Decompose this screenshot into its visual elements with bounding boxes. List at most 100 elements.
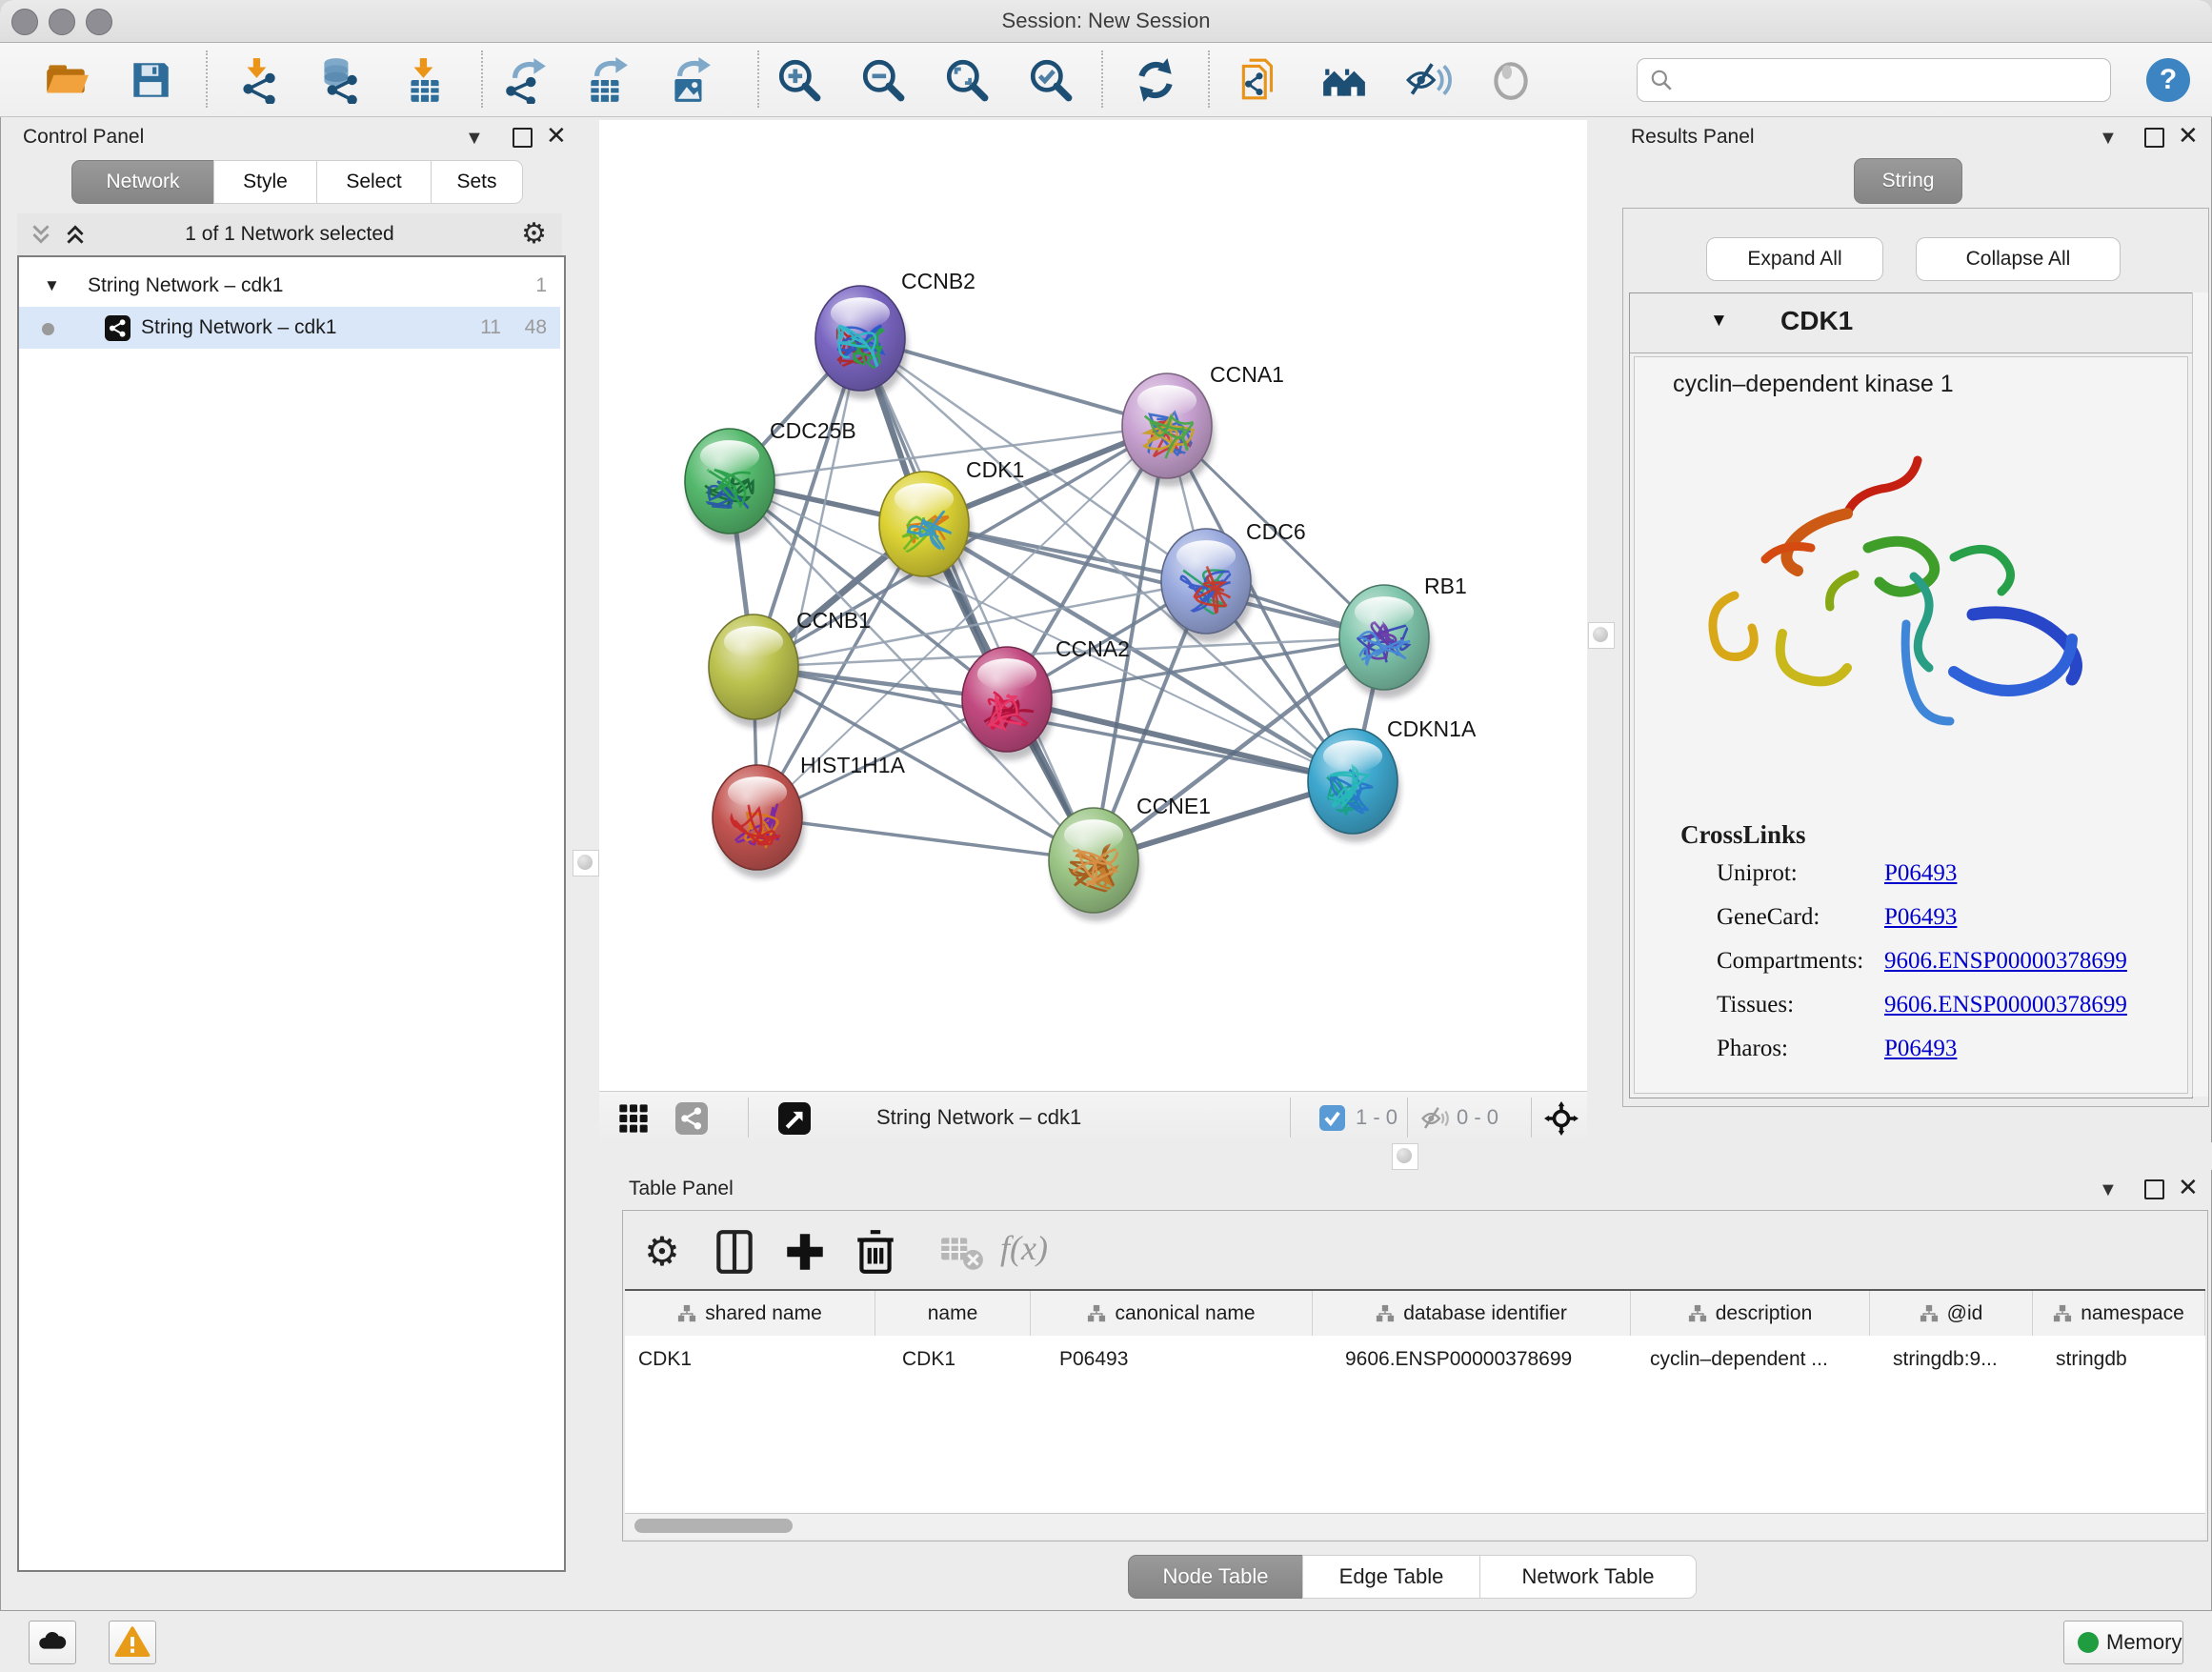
crosslink-link[interactable]: 9606.ENSP00000378699 [1884,992,2127,1018]
tree-expander-icon[interactable]: ▼ [44,265,60,307]
tab-node-table[interactable]: Node Table [1128,1555,1303,1599]
tab-string[interactable]: String [1854,158,1962,204]
delete-table-icon[interactable] [937,1228,985,1276]
search-input[interactable] [1681,63,2095,95]
vertical-splitter-left[interactable] [572,120,599,1142]
network-view-share-icon[interactable] [675,1102,708,1135]
cell[interactable]: CDK1 [625,1338,875,1381]
memory-button[interactable]: Memory [2063,1621,2183,1664]
tab-network-table[interactable]: Network Table [1479,1555,1697,1599]
import-table-file-icon[interactable] [401,56,449,104]
node-entry-header[interactable]: ▼ CDK1 [1630,293,2192,353]
control-panel-menu-icon[interactable]: ▼ [465,129,484,148]
node-CCNA1[interactable]: CCNA1 [1122,362,1284,487]
column-header-databaseidentifier[interactable]: database identifier [1313,1291,1631,1337]
expand-all-button[interactable]: Expand All [1706,237,1883,281]
results-panel-float-icon[interactable] [2144,128,2164,148]
grid-view-icon[interactable] [618,1103,649,1134]
zoom-fit-icon[interactable] [943,56,991,104]
node-CDKN1A[interactable]: CDKN1A [1308,716,1477,842]
table-options-gear-icon[interactable]: ⚙ [638,1228,686,1276]
node-CDC6[interactable]: CDC6 [1161,519,1306,642]
zoom-selected-icon[interactable] [1027,56,1075,104]
export-image-icon[interactable] [666,56,714,104]
splitter-handle[interactable] [1588,622,1615,649]
zoom-in-icon[interactable] [775,56,823,104]
import-network-file-icon[interactable] [234,56,282,104]
crosslink-link[interactable]: P06493 [1884,860,1957,887]
delete-column-icon[interactable] [852,1228,899,1276]
node-CCNA2[interactable]: CCNA2 [962,636,1130,760]
share-document-icon[interactable] [1236,56,1283,104]
network-row-label: String Network – cdk1 [141,307,336,349]
pan-crosshair-icon[interactable] [1544,1101,1579,1136]
column-header-canonicalname[interactable]: canonical name [1031,1291,1313,1337]
node-CCNB1[interactable]: CCNB1 [709,608,871,728]
results-scrollbar[interactable] [2192,292,2208,1097]
function-builder-icon[interactable]: f(x) [1000,1228,1086,1276]
node-CCNE1[interactable]: CCNE1 [1049,794,1211,921]
cell[interactable]: cyclin–dependent ... [1631,1338,1870,1381]
network-row-selected[interactable]: String Network – cdk1 11 48 [19,307,560,349]
horizontal-splitter[interactable] [599,1142,2212,1170]
edge-HIST1H1A-CCNE1[interactable] [757,817,1094,860]
control-panel-float-icon[interactable] [513,128,533,148]
node-HIST1H1A[interactable]: HIST1H1A [713,753,906,878]
tab-sets[interactable]: Sets [431,160,523,204]
hidden-eye-icon[interactable] [1420,1104,1449,1133]
splitter-handle[interactable] [573,850,599,876]
show-columns-icon[interactable] [711,1228,758,1276]
table-panel-float-icon[interactable] [2144,1179,2164,1199]
cell[interactable]: P06493 [1031,1338,1313,1381]
cell[interactable]: stringdb:9... [1870,1338,2033,1381]
table-panel-close-icon[interactable]: ✕ [2178,1178,2199,1197]
vertical-splitter[interactable] [1587,120,1615,1142]
entry-expander-icon[interactable]: ▼ [1710,311,1728,332]
hide-unhide-icon[interactable] [1404,56,1452,104]
table-hscrollbar-thumb[interactable] [634,1519,793,1533]
splitter-handle[interactable] [1392,1143,1418,1170]
table-panel-menu-icon[interactable]: ▼ [2099,1180,2118,1199]
tab-edge-table[interactable]: Edge Table [1302,1555,1480,1599]
tab-network[interactable]: Network [71,160,214,204]
edge-CCNB2-HIST1H1A[interactable] [757,338,860,817]
string-home-icon[interactable] [1320,56,1368,104]
refresh-layout-icon[interactable] [1132,56,1179,104]
save-session-icon[interactable] [127,56,174,104]
column-header-sharedname[interactable]: shared name [625,1291,875,1337]
cloud-button[interactable] [29,1621,76,1664]
node-RB1[interactable]: RB1 [1339,574,1467,698]
table-row[interactable]: CDK1CDK1P064939606.ENSP00000378699cyclin… [625,1338,2205,1381]
export-network-icon[interactable] [501,56,549,104]
cell[interactable]: stringdb [2033,1338,2205,1381]
cell[interactable]: 9606.ENSP00000378699 [1313,1338,1631,1381]
crosslink-link[interactable]: P06493 [1884,1036,1957,1062]
column-header-namespace[interactable]: namespace [2033,1291,2205,1337]
tab-select[interactable]: Select [316,160,432,204]
export-table-icon[interactable] [583,56,631,104]
results-panel-close-icon[interactable]: ✕ [2178,126,2199,145]
add-column-icon[interactable] [781,1228,829,1276]
column-header-description[interactable]: description [1631,1291,1870,1337]
results-panel-menu-icon[interactable]: ▼ [2099,129,2118,148]
open-session-icon[interactable] [43,56,90,104]
tab-style[interactable]: Style [213,160,317,204]
zoom-out-icon[interactable] [859,56,907,104]
crosslink-link[interactable]: P06493 [1884,904,1957,931]
import-network-database-icon[interactable] [314,56,362,104]
collapse-all-button[interactable]: Collapse All [1916,237,2121,281]
selected-checkbox-icon[interactable] [1319,1105,1345,1131]
cell[interactable]: CDK1 [875,1338,1031,1381]
control-panel-close-icon[interactable]: ✕ [546,126,567,145]
node-CCNB2[interactable]: CCNB2 [815,269,975,399]
network-collection-row[interactable]: ▼ String Network – cdk1 1 [19,265,560,307]
warnings-button[interactable] [109,1621,156,1664]
help-icon[interactable]: ? [2146,58,2190,102]
network-options-gear-icon[interactable]: ⚙ [521,217,547,251]
column-header-id[interactable]: @id [1870,1291,2033,1337]
crosslink-link[interactable]: 9606.ENSP00000378699 [1884,948,2127,975]
birdseye-view-icon[interactable] [778,1102,811,1135]
column-header-name[interactable]: name [875,1291,1031,1337]
network-graph[interactable]: CCNB2CCNA1CDC25BCDK1CDC6RB1CCNB1CCNA2CDK… [599,120,1587,1091]
show-graphics-details-icon[interactable] [1487,56,1535,104]
